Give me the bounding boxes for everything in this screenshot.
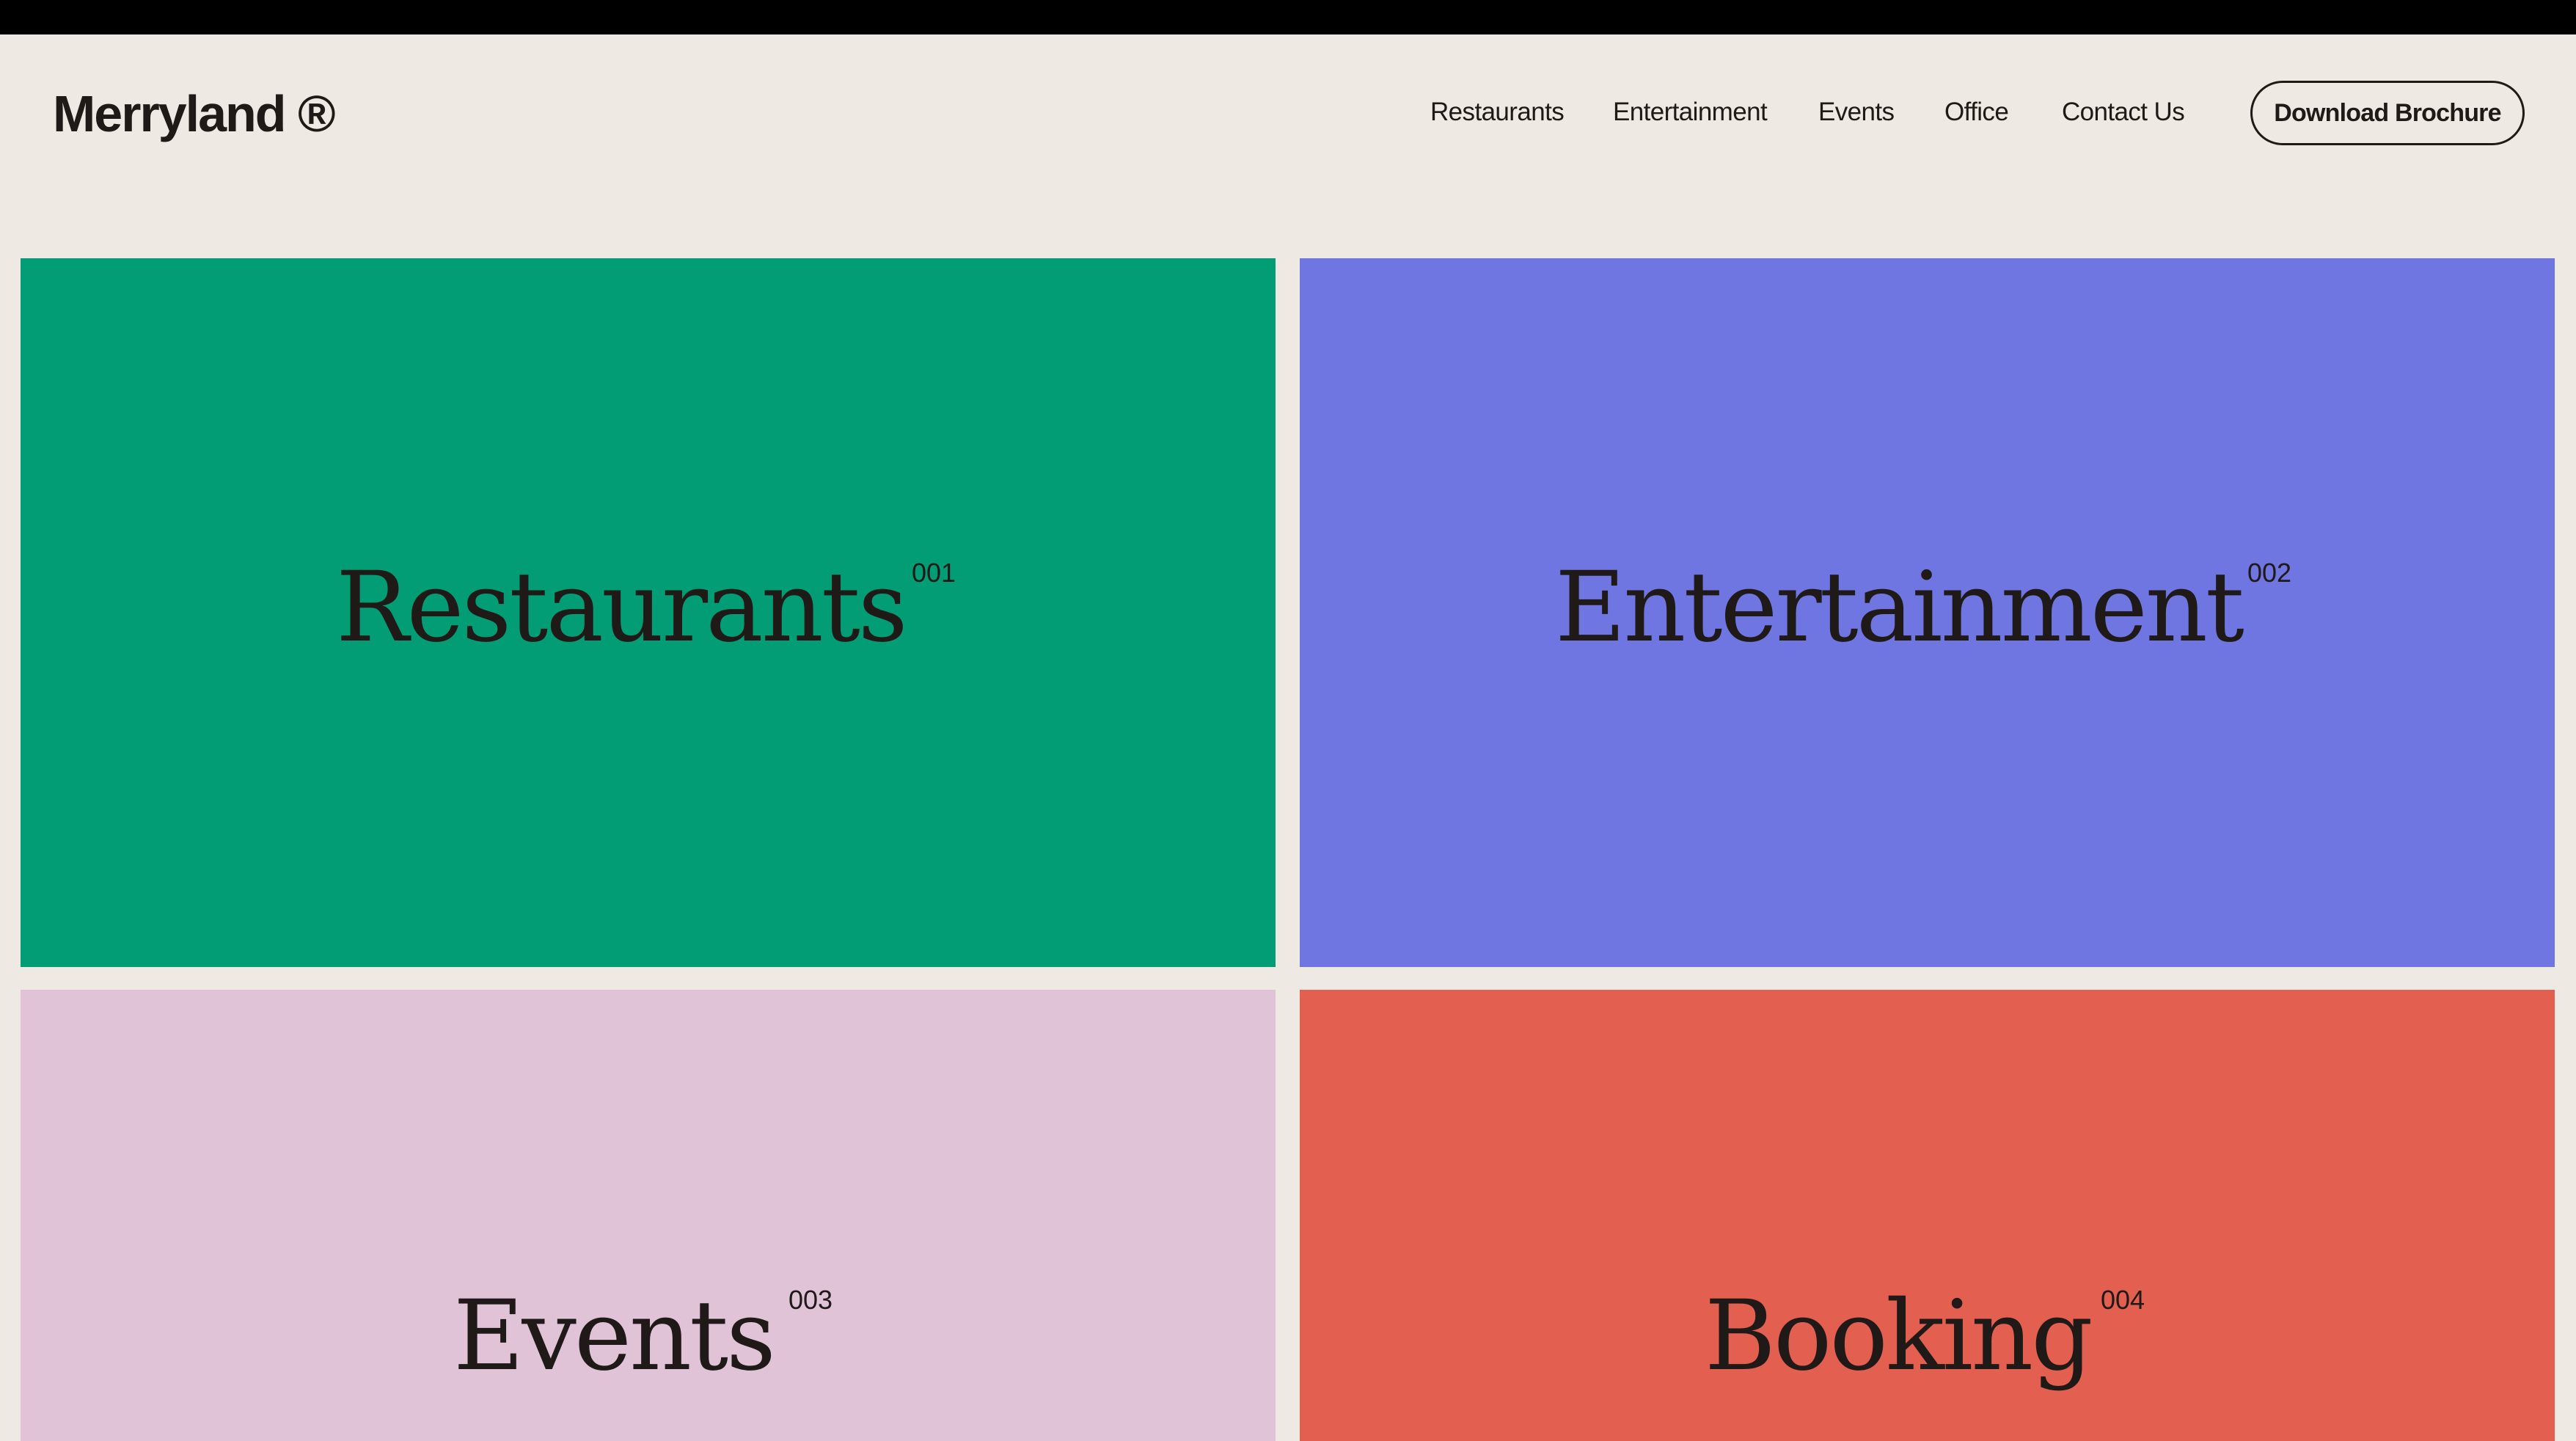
nav-link-events[interactable]: Events [1818,98,1895,127]
page: Merryland ® Restaurants Entertainment Ev… [0,34,2576,1441]
card-number: 001 [912,558,956,588]
nav-link-contact-us[interactable]: Contact Us [2062,98,2185,127]
card-booking[interactable]: Booking 004 [1300,990,2555,1441]
download-brochure-button[interactable]: Download Brochure [2250,81,2525,145]
card-title: Restaurants [336,551,908,664]
card-restaurants[interactable]: Restaurants 001 [21,258,1276,967]
card-events[interactable]: Events 003 [21,990,1276,1441]
site-logo[interactable]: Merryland ® [53,84,336,143]
nav-link-office[interactable]: Office [1944,98,2009,127]
card-title: Entertainment [1555,551,2244,664]
nav-link-entertainment[interactable]: Entertainment [1613,98,1768,127]
card-title: Booking [1705,1280,2093,1393]
card-number: 002 [2247,558,2292,588]
card-number: 004 [2101,1285,2145,1315]
card-entertainment[interactable]: Entertainment 002 [1300,258,2555,967]
card-number: 003 [788,1285,833,1315]
nav-link-restaurants[interactable]: Restaurants [1430,98,1565,127]
card-title: Events [453,1280,776,1393]
window-top-bar [0,0,2576,34]
